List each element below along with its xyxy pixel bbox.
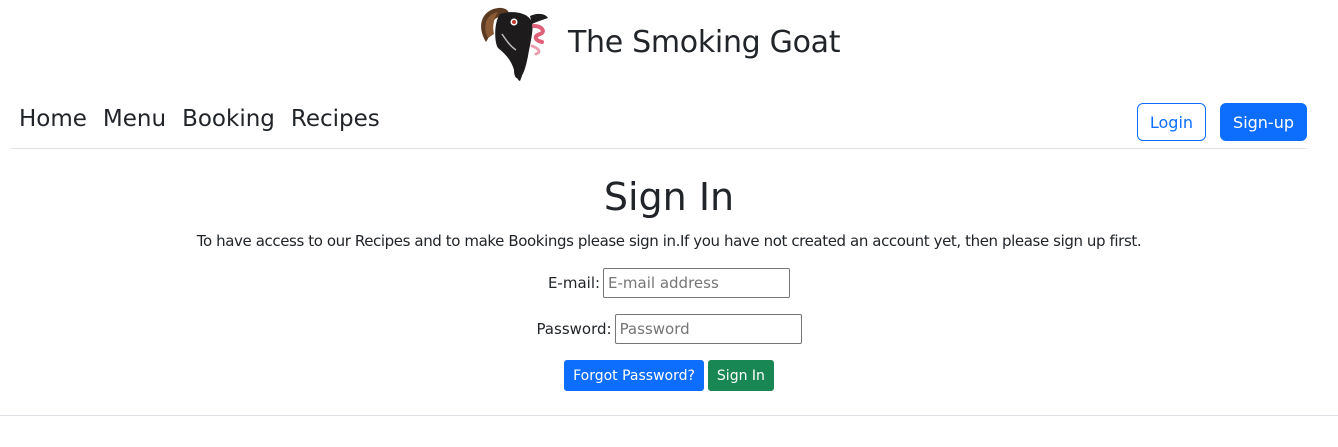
email-label: E-mail:: [547, 274, 601, 292]
intro-text: To have access to our Recipes and to mak…: [196, 232, 1142, 250]
brand[interactable]: The Smoking Goat: [472, 4, 841, 82]
nav-link-recipes[interactable]: Recipes: [291, 106, 380, 132]
page: The Smoking Goat Home Menu Booking Recip…: [0, 0, 1338, 447]
login-button[interactable]: Login: [1136, 103, 1207, 141]
signup-button[interactable]: Sign-up: [1220, 103, 1307, 141]
password-row: Password:: [0, 314, 1338, 344]
nav-link-home[interactable]: Home: [19, 106, 87, 132]
nav-links: Home Menu Booking Recipes: [19, 106, 396, 132]
password-field[interactable]: [614, 314, 802, 344]
email-row: E-mail:: [0, 268, 1338, 298]
email-field[interactable]: [603, 268, 791, 298]
navbar: Home Menu Booking Recipes Login Sign-up: [11, 96, 1307, 149]
password-label: Password:: [536, 320, 612, 338]
main-content: Sign In To have access to our Recipes an…: [0, 168, 1338, 391]
nav-link-booking[interactable]: Booking: [182, 106, 275, 132]
brand-title: The Smoking Goat: [568, 25, 841, 60]
goat-logo-icon: [481, 7, 548, 81]
form-buttons: Forgot Password? Sign In: [0, 360, 1338, 391]
page-title: Sign In: [603, 175, 735, 219]
nav-link-menu[interactable]: Menu: [103, 106, 166, 132]
sign-in-button[interactable]: Sign In: [707, 360, 774, 391]
footer-divider: [0, 415, 1338, 416]
forgot-password-button[interactable]: Forgot Password?: [564, 360, 704, 391]
nav-actions: Login Sign-up: [1136, 103, 1307, 141]
